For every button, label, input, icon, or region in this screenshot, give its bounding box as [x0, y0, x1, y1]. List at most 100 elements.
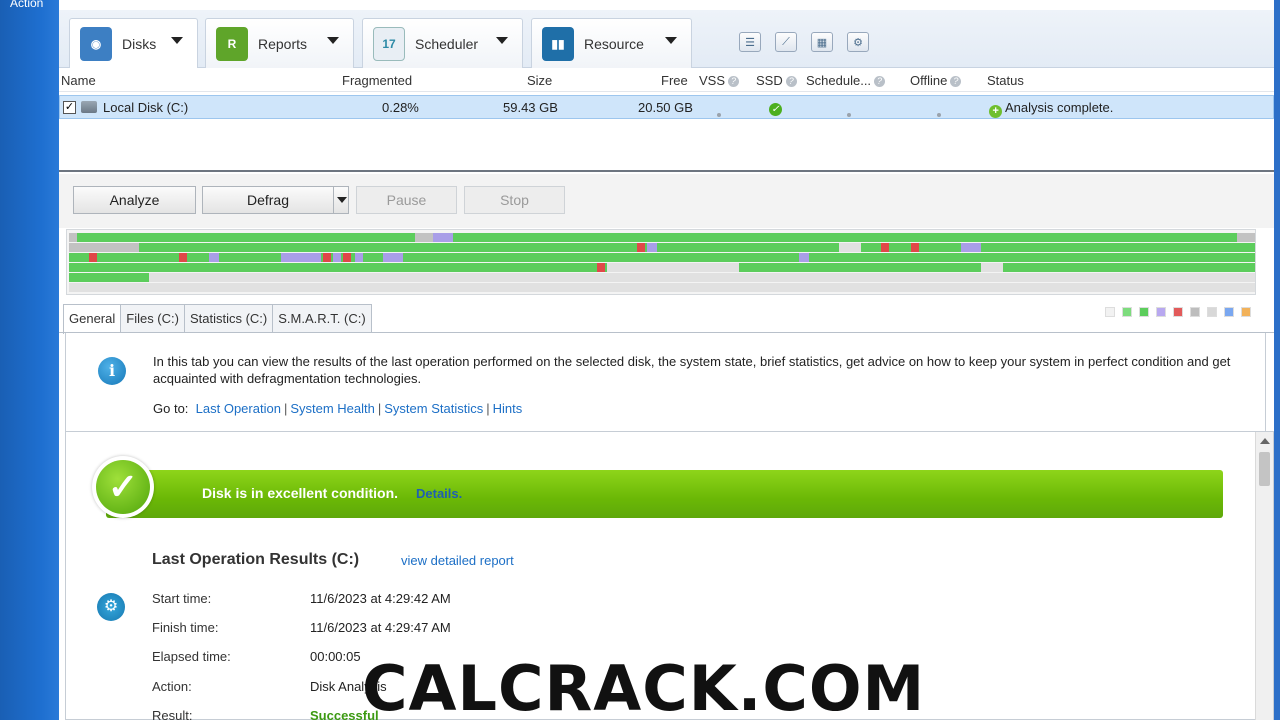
disk-checkbox[interactable]: ✓ [63, 101, 76, 114]
legend-swatch [1241, 307, 1251, 317]
window-right-edge [1274, 0, 1280, 720]
cluster-block [433, 233, 453, 242]
cluster-map-icon[interactable]: ▦ [811, 32, 833, 52]
ssd-check-icon: ✓ [769, 100, 782, 116]
col-vss[interactable]: VSS? [699, 73, 740, 88]
legend-swatch [1122, 307, 1132, 317]
menu-bar: Action View Settings Help [0, 0, 1280, 10]
excellent-check-icon: ✓ [92, 456, 154, 518]
cluster-map[interactable] [66, 229, 1256, 295]
legend-swatch [1156, 307, 1166, 317]
chevron-down-icon[interactable] [327, 37, 339, 44]
vss-dot-icon [717, 105, 721, 120]
disk-name: Local Disk (C:) [103, 100, 189, 115]
col-fragmented[interactable]: Fragmented [342, 73, 412, 88]
col-offline[interactable]: Offline? [910, 73, 962, 88]
cluster-block [839, 243, 861, 252]
vertical-scrollbar[interactable] [1255, 432, 1273, 720]
tab-reports[interactable]: R Reports [205, 18, 354, 68]
analyze-button[interactable]: Analyze [73, 186, 196, 214]
pause-button[interactable]: Pause [356, 186, 457, 214]
goto-links: Go to: Last Operation | System Health | Syst… [153, 401, 523, 416]
detailed-report-link[interactable]: view detailed report [401, 553, 514, 568]
main-tab-bar: ◉ Disks R Reports 17 Scheduler ▮▮ Resour… [59, 10, 1274, 68]
chevron-down-icon[interactable] [171, 37, 183, 44]
goto-label: Go to: [153, 401, 189, 416]
help-icon: ? [785, 76, 797, 87]
info-text: In this tab you can view the results of … [153, 354, 1231, 386]
legend-swatch [1105, 307, 1115, 317]
cluster-block [597, 263, 605, 272]
cluster-empty-area [69, 283, 1255, 292]
col-ssd[interactable]: SSD? [756, 73, 797, 88]
tab-resource[interactable]: ▮▮ Resource [531, 18, 692, 68]
chart-icon[interactable]: ⟋ [775, 32, 797, 52]
disk-list-header: Name Fragmented Size Free VSS? SSD? Sche… [59, 70, 1274, 92]
table-row[interactable]: ✓ Local Disk (C:) 0.28% 59.43 GB 20.50 G… [59, 95, 1274, 119]
disk-list-empty-area [59, 120, 1274, 172]
link-system-statistics[interactable]: System Statistics [384, 401, 483, 416]
cluster-legend [1105, 307, 1251, 317]
start-time-value: 11/6/2023 at 4:29:42 AM [310, 591, 451, 606]
scroll-thumb[interactable] [1259, 452, 1270, 486]
offline-dot-icon [937, 105, 941, 120]
start-time-label: Start time: [152, 591, 212, 606]
tab-statistics[interactable]: Statistics (C:) [183, 304, 274, 332]
tab-scheduler[interactable]: 17 Scheduler [362, 18, 523, 68]
cluster-block [981, 263, 1003, 272]
legend-swatch [1190, 307, 1200, 317]
details-link[interactable]: Details. [416, 486, 462, 501]
tab-resource-label: Resource [584, 35, 644, 52]
stop-button[interactable]: Stop [464, 186, 565, 214]
disk-free: 20.50 GB [638, 100, 693, 115]
cluster-block [69, 233, 77, 242]
cluster-block [179, 253, 187, 262]
cluster-row [69, 243, 1255, 252]
settings-gear-icon[interactable]: ⚙ [847, 32, 869, 52]
elapsed-time-label: Elapsed time: [152, 649, 231, 664]
menu-settings[interactable]: Settings [110, 0, 153, 10]
banner-text: Disk is in excellent condition. [202, 485, 399, 501]
legend-swatch [1224, 307, 1234, 317]
cluster-block [961, 243, 981, 252]
chevron-down-icon[interactable] [496, 37, 508, 44]
link-last-operation[interactable]: Last Operation [196, 401, 281, 416]
col-size[interactable]: Size [527, 73, 552, 88]
col-status[interactable]: Status [987, 73, 1024, 88]
menu-view[interactable]: View [66, 0, 92, 10]
legend-swatch [1207, 307, 1217, 317]
col-vss-label: VSS [699, 73, 726, 88]
disk-icon: ◉ [80, 26, 112, 61]
menu-help[interactable]: Help [173, 0, 198, 10]
disk-fragmented: 0.28% [382, 100, 419, 115]
report-icon: R [216, 26, 248, 61]
window-left-edge [0, 0, 59, 720]
tab-smart[interactable]: S.M.A.R.T. (C:) [272, 304, 372, 332]
tab-general[interactable]: General [63, 304, 122, 334]
tab-files[interactable]: Files (C:) [120, 304, 185, 332]
link-system-health[interactable]: System Health [290, 401, 375, 416]
list-view-icon[interactable]: ☰ [739, 32, 761, 52]
chevron-down-icon[interactable] [665, 37, 677, 44]
action-bar: Analyze Defrag Pause Stop [59, 174, 1274, 228]
col-free[interactable]: Free [661, 73, 688, 88]
link-hints[interactable]: Hints [493, 401, 523, 416]
defrag-button[interactable]: Defrag [202, 186, 349, 214]
col-name[interactable]: Name [61, 73, 96, 88]
help-icon: ? [950, 76, 962, 87]
cluster-row [69, 233, 1255, 242]
scroll-up-icon[interactable] [1260, 438, 1270, 444]
action-label: Action: [152, 679, 192, 694]
cluster-block [383, 253, 403, 262]
gear-icon: ⚙ [97, 593, 125, 621]
menu-action[interactable]: Action [10, 0, 43, 10]
finish-time-value: 11/6/2023 at 4:29:47 AM [310, 620, 451, 635]
col-scheduled[interactable]: Schedule...? [806, 73, 886, 88]
cluster-row [69, 253, 1255, 262]
info-icon: i [98, 357, 126, 385]
chevron-down-icon[interactable] [333, 187, 349, 213]
help-icon: ? [874, 76, 886, 87]
tab-disks[interactable]: ◉ Disks [69, 18, 198, 68]
tab-scheduler-label: Scheduler [415, 35, 479, 52]
drive-icon [81, 101, 97, 113]
